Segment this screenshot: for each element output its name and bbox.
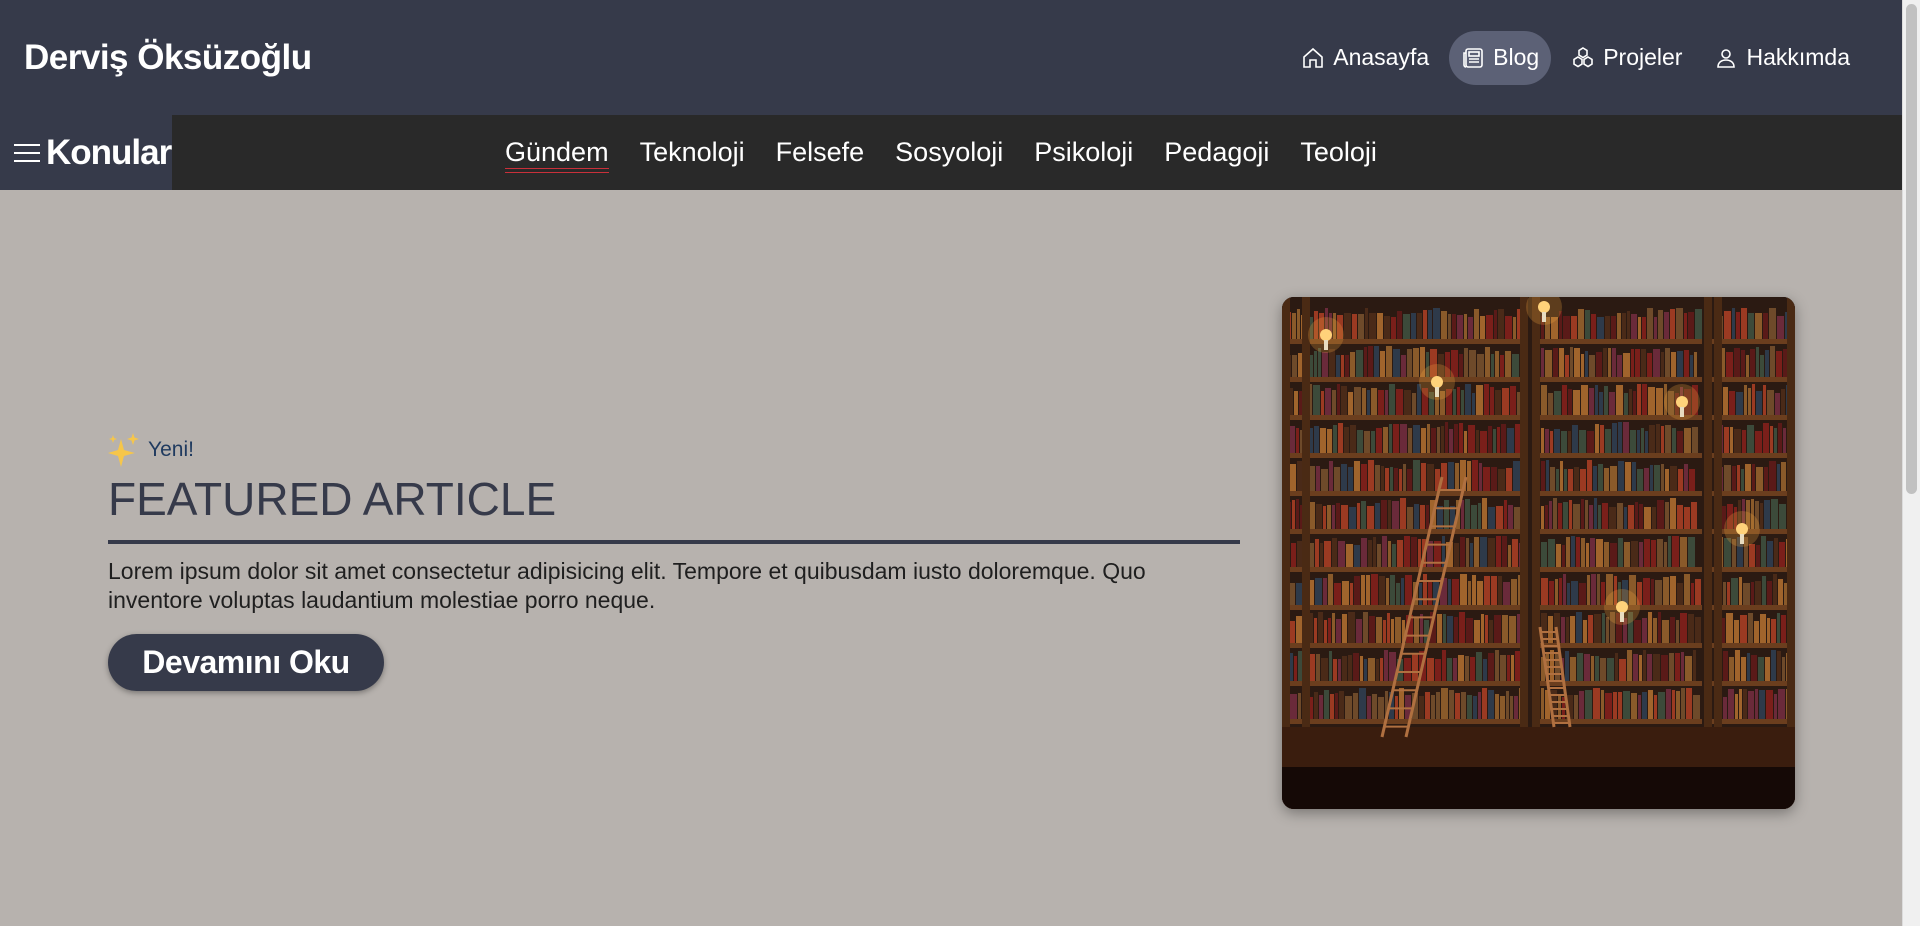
- topic-gundem[interactable]: Gündem: [505, 137, 609, 173]
- scrollbar-thumb[interactable]: [1906, 4, 1917, 494]
- topic-felsefe[interactable]: Felsefe: [776, 137, 865, 168]
- nav-item-label: Anasayfa: [1333, 44, 1430, 70]
- featured-description: Lorem ipsum dolor sit amet consectetur a…: [108, 558, 1146, 613]
- featured-article: Yeni! FEATURED ARTICLE Lorem ipsum dolor…: [108, 430, 1240, 691]
- nav-item-anasayfa[interactable]: Anasayfa: [1289, 31, 1441, 85]
- sparkles-icon: [108, 433, 139, 467]
- featured-title: FEATURED ARTICLE: [108, 470, 1240, 544]
- home-icon: [1303, 47, 1324, 68]
- topics-menu-label: Konular: [46, 132, 172, 172]
- topics-menu-button[interactable]: Konular: [0, 115, 172, 190]
- featured-image[interactable]: [1282, 297, 1795, 809]
- newspaper-icon: [1463, 47, 1483, 68]
- new-badge-label: Yeni!: [148, 438, 194, 461]
- site-brand[interactable]: Derviş Öksüzoğlu: [24, 38, 312, 78]
- cubes-icon: [1573, 46, 1593, 67]
- main-nav: Anasayfa Blog Projeler Hakkımda: [1289, 30, 1862, 85]
- user-icon: [1717, 48, 1736, 68]
- nav-item-hakkimda[interactable]: Hakkımda: [1702, 31, 1862, 85]
- nav-item-label: Hakkımda: [1746, 44, 1850, 70]
- vertical-scrollbar[interactable]: [1902, 0, 1920, 926]
- new-badge: Yeni!: [108, 430, 1240, 470]
- topic-psikoloji[interactable]: Psikoloji: [1034, 137, 1133, 168]
- top-header: Derviş Öksüzoğlu Anasayfa Blog Projeler …: [0, 0, 1902, 115]
- library-bookshelves-image: [1282, 297, 1795, 809]
- topic-teoloji[interactable]: Teoloji: [1300, 137, 1377, 168]
- topic-list: Gündem Teknoloji Felsefe Sosyoloji Psiko…: [505, 115, 1377, 190]
- topic-pedagoji[interactable]: Pedagoji: [1164, 137, 1269, 168]
- nav-item-label: Projeler: [1603, 44, 1683, 70]
- nav-item-projeler[interactable]: Projeler: [1559, 31, 1694, 85]
- hamburger-icon: [14, 142, 40, 164]
- topic-bar: Konular Gündem Teknoloji Felsefe Sosyolo…: [0, 115, 1902, 190]
- page: Derviş Öksüzoğlu Anasayfa Blog Projeler …: [0, 0, 1920, 926]
- topic-sosyoloji[interactable]: Sosyoloji: [895, 137, 1003, 168]
- nav-item-label: Blog: [1493, 44, 1540, 70]
- topic-teknoloji[interactable]: Teknoloji: [640, 137, 745, 168]
- nav-item-blog[interactable]: Blog: [1449, 30, 1552, 85]
- read-more-button[interactable]: Devamını Oku: [108, 634, 384, 691]
